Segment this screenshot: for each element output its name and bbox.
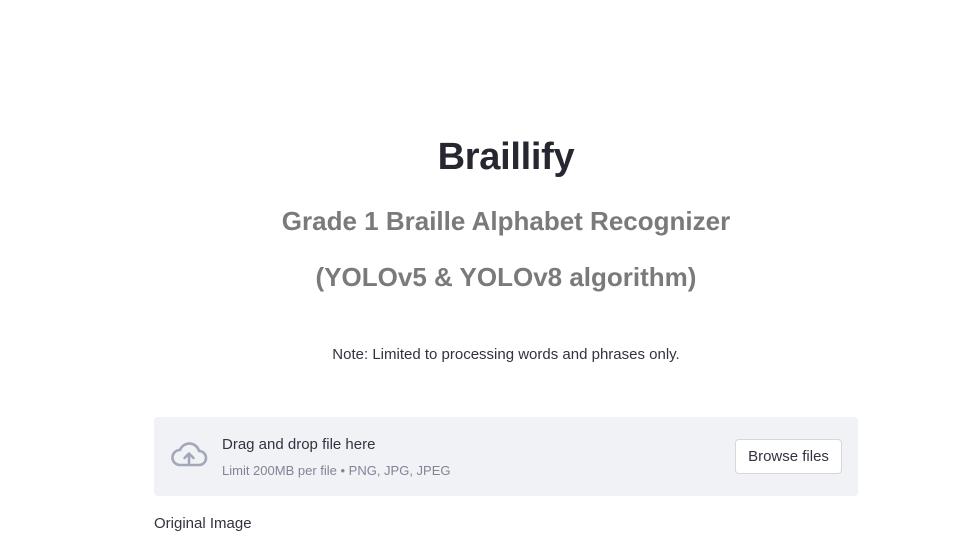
note-text: Note: Limited to processing words and ph… (332, 346, 680, 363)
page-subtitle-algorithm: (YOLOv5 & YOLOv8 algorithm) (315, 262, 697, 292)
original-image-label: Original Image (154, 515, 252, 532)
dropzone-instruction: Drag and drop file here (222, 436, 376, 453)
dropzone-limit-text: Limit 200MB per file • PNG, JPG, JPEG (222, 463, 451, 478)
browse-files-button[interactable]: Browse files (735, 439, 842, 474)
cloud-upload-icon (170, 439, 208, 471)
page-title: Braillify (437, 136, 575, 178)
app-page: Braillify Grade 1 Braille Alphabet Recog… (0, 0, 980, 537)
page-subtitle: Grade 1 Braille Alphabet Recognizer (281, 206, 731, 236)
file-uploader-dropzone[interactable]: Drag and drop file here Limit 200MB per … (154, 417, 858, 496)
